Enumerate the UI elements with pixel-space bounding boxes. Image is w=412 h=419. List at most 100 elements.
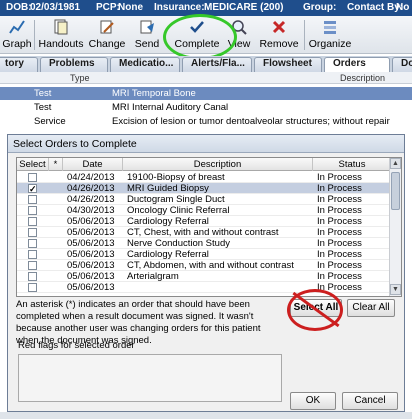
remove-icon — [272, 20, 286, 34]
select-column-header[interactable]: Select — [17, 158, 49, 171]
select-checkbox[interactable] — [28, 206, 37, 215]
order-date: 05/06/2013 — [67, 282, 115, 293]
handouts-button[interactable]: Handouts — [38, 17, 84, 53]
red-flags-label: Red flags for selected order — [18, 340, 135, 351]
select-checkbox[interactable] — [28, 173, 37, 182]
change-icon — [100, 20, 114, 34]
select-checkbox[interactable]: ✓ — [28, 184, 37, 194]
table-row[interactable]: 05/06/2013 Cardiology Referral In Process — [17, 249, 391, 260]
organize-icon — [324, 21, 336, 34]
select-checkbox[interactable] — [28, 228, 37, 237]
order-status: In Process — [317, 227, 362, 238]
send-button[interactable]: Send — [130, 17, 164, 53]
organize-button[interactable]: Organize — [308, 17, 352, 53]
list-item[interactable]: Test MRI Temporal Bone — [0, 87, 412, 100]
clear-all-button[interactable]: Clear All — [347, 299, 395, 317]
order-date: 05/06/2013 — [67, 260, 115, 271]
tab-history[interactable]: tory — [0, 57, 38, 72]
select-checkbox[interactable] — [28, 195, 37, 204]
order-status: In Process — [317, 172, 362, 183]
bottom-strip — [0, 412, 412, 419]
date-column-header[interactable]: Date — [63, 158, 123, 171]
table-row[interactable]: 05/06/2013 CT, Chest, with and without co… — [17, 227, 391, 238]
table-row[interactable]: 04/24/2013 19100-Biopsy of breast In Proce… — [17, 172, 391, 183]
table-row[interactable]: 04/30/2013 Oncology Clinic Referral In Pro… — [17, 205, 391, 216]
order-description: MRI Temporal Bone — [112, 88, 196, 99]
highlight-circle-annotation — [163, 14, 237, 60]
order-date: 05/06/2013 — [67, 227, 115, 238]
insurance-label: Insurance: — [154, 2, 205, 13]
order-status: In Process — [317, 183, 362, 194]
description-column-header[interactable]: Description — [123, 158, 313, 171]
order-date: 04/26/2013 — [67, 194, 115, 205]
tab-medications[interactable]: Medicatio... — [110, 57, 180, 72]
description-column-header: Description — [340, 73, 386, 83]
tab-documents[interactable]: Doc — [392, 57, 412, 72]
order-description: 19100-Biopsy of breast — [127, 172, 225, 183]
asterisk-column-header[interactable]: * — [49, 158, 63, 171]
scroll-up-arrow-icon[interactable]: ▲ — [390, 158, 401, 169]
order-description: Oncology Clinic Referral — [127, 205, 230, 216]
graph-label: Graph — [2, 38, 32, 50]
order-date: 04/24/2013 — [67, 172, 115, 183]
list-item[interactable]: Test MRI Internal Auditory Canal — [0, 101, 412, 114]
ok-button[interactable]: OK — [290, 392, 336, 410]
tab-alerts-flags[interactable]: Alerts/Fla... — [182, 57, 252, 72]
red-flags-box — [18, 354, 282, 402]
order-status: In Process — [317, 216, 362, 227]
select-checkbox[interactable] — [28, 272, 37, 281]
table-row[interactable]: 04/26/2013 Ductogram Single Duct In Proces… — [17, 194, 391, 205]
select-checkbox[interactable] — [28, 217, 37, 226]
table-row[interactable]: 05/06/2013 Arterialgram In Process — [17, 271, 391, 282]
cancel-button[interactable]: Cancel — [342, 392, 398, 410]
order-description: Cardiology Referral — [127, 216, 209, 227]
table-row[interactable]: 05/06/2013 CT, Abdomen, with and without … — [17, 260, 391, 271]
orders-grid: Select * Date Description Status 04/24/2… — [16, 157, 402, 297]
select-checkbox[interactable] — [28, 250, 37, 259]
contact-label: Contact By: — [347, 2, 404, 13]
contact-value: No L — [396, 2, 412, 13]
change-button[interactable]: Change — [88, 17, 126, 53]
send-label: Send — [134, 38, 160, 50]
order-type: Test — [34, 102, 52, 113]
order-description: CT, Chest, with and without contrast — [127, 227, 279, 238]
tab-orders[interactable]: Orders — [324, 57, 390, 72]
list-item[interactable]: Service Excision of lesion or tumor dent… — [0, 115, 412, 128]
select-checkbox[interactable] — [28, 261, 37, 270]
handouts-icon — [54, 19, 68, 35]
select-checkbox[interactable] — [28, 239, 37, 248]
status-column-header[interactable]: Status — [313, 158, 391, 171]
table-row[interactable]: 05/06/2013 Cardiology Referral In Process — [17, 216, 391, 227]
send-icon — [140, 20, 154, 34]
order-status: In Process — [317, 194, 362, 205]
order-status: In Process — [317, 249, 362, 260]
handouts-label: Handouts — [38, 38, 84, 50]
table-row[interactable]: 05/06/2013 Nerve Conduction Study In Proce… — [17, 238, 391, 249]
tab-problems[interactable]: Problems — [40, 57, 108, 72]
scroll-down-arrow-icon[interactable]: ▼ — [390, 284, 401, 295]
order-description: MRI Internal Auditory Canal — [112, 102, 229, 113]
select-orders-dialog: Select Orders to Complete Select * Date … — [7, 134, 405, 412]
order-date: 05/06/2013 — [67, 238, 115, 249]
orders-list-header: Type Description — [0, 72, 412, 84]
order-status: In Process — [317, 238, 362, 249]
order-description: Excision of lesion or tumor dentoalveola… — [112, 116, 390, 127]
order-status: In Process — [317, 271, 362, 282]
table-row[interactable]: ✓ 04/26/2013 MRI Guided Biopsy In Process — [17, 183, 391, 194]
table-row[interactable]: 05/06/2013 In Process — [17, 282, 391, 293]
order-description: Cardiology Referral — [127, 249, 209, 260]
order-date: 04/26/2013 — [67, 183, 115, 194]
order-description: CT, Abdomen, with and without contrast — [127, 260, 294, 271]
select-checkbox[interactable] — [28, 283, 37, 292]
scrollbar-thumb[interactable] — [391, 172, 400, 210]
remove-label: Remove — [259, 38, 299, 50]
remove-button[interactable]: Remove — [258, 17, 300, 53]
graph-button[interactable]: Graph — [2, 17, 32, 53]
organize-label: Organize — [308, 38, 352, 50]
order-type: Service — [34, 116, 66, 127]
pcp-label: PCP: — [96, 2, 120, 13]
order-status: In Process — [317, 260, 362, 271]
order-description: MRI Guided Biopsy — [127, 183, 209, 194]
vertical-scrollbar[interactable]: ▲ ▼ — [389, 158, 401, 296]
tab-flowsheet[interactable]: Flowsheet — [254, 57, 322, 72]
